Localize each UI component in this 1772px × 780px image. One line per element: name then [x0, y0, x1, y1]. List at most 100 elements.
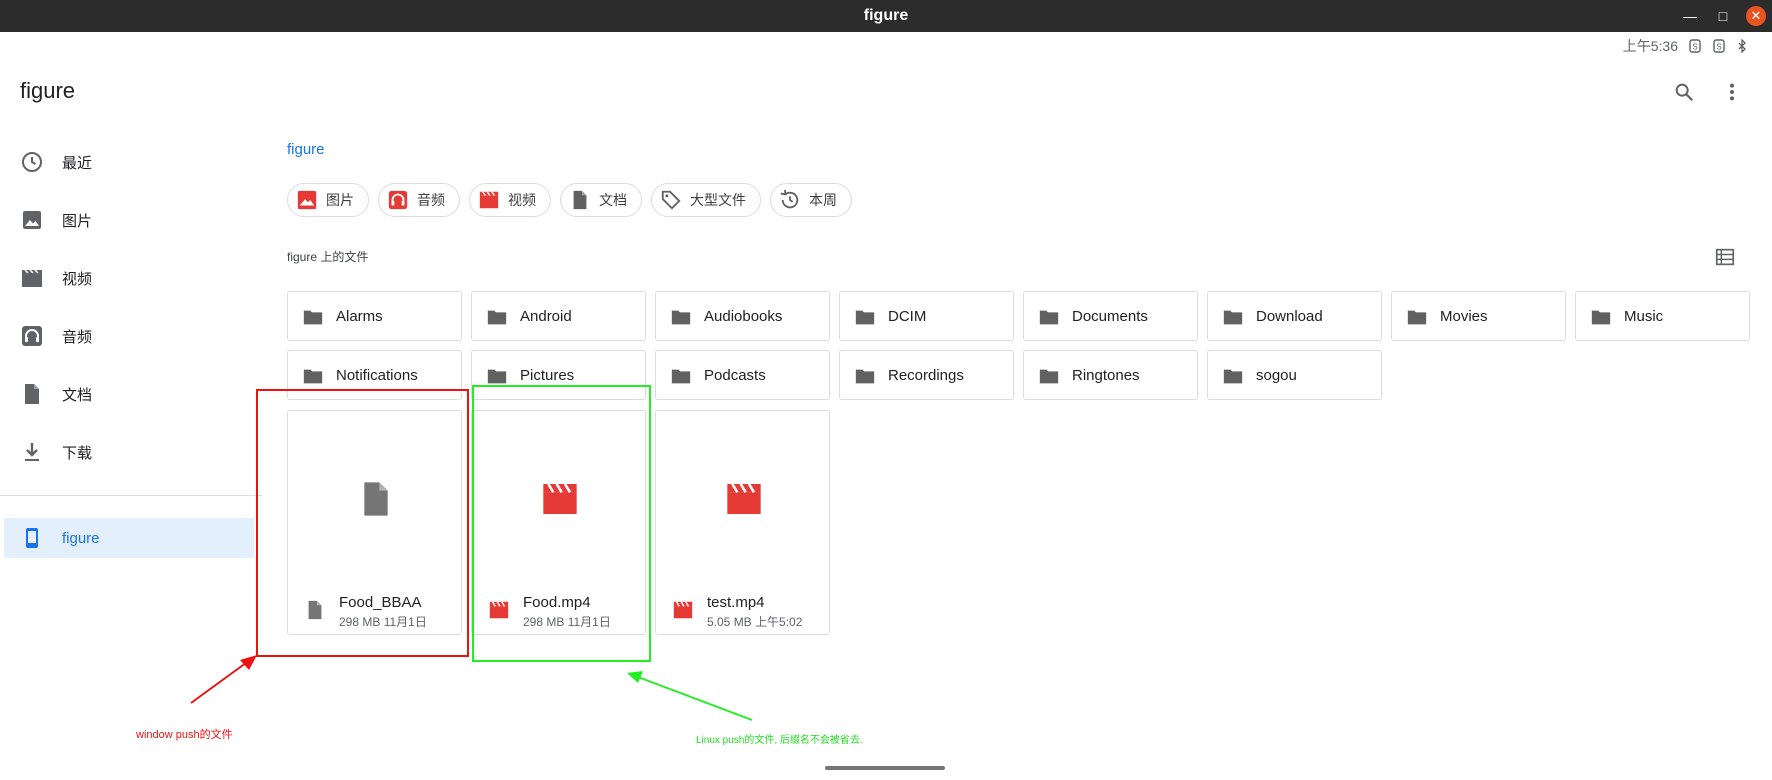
sidebar-item-recent[interactable]: 最近: [0, 142, 254, 182]
sim-icon: S: [1713, 39, 1725, 53]
chip-label: 图片: [326, 192, 354, 208]
chip-audio[interactable]: 音频: [378, 183, 460, 217]
folder-icon: [855, 369, 875, 384]
folder-name: Pictures: [520, 366, 575, 384]
folder-icon: [671, 369, 691, 384]
image-icon: [23, 211, 41, 229]
window-titlebar: figure — □ ✕: [0, 0, 1772, 32]
chip-images[interactable]: 图片: [287, 183, 369, 217]
list-view-icon[interactable]: [1714, 246, 1736, 268]
svg-text:S: S: [1716, 43, 1721, 52]
phone-icon: [26, 528, 38, 548]
sidebar-item-label: 图片: [62, 212, 93, 230]
sidebar-item-label: 下载: [62, 444, 93, 462]
close-button[interactable]: ✕: [1746, 6, 1766, 26]
folder-name: Movies: [1440, 307, 1488, 325]
sim-icon: S: [1689, 39, 1701, 53]
more-vert-icon: [1729, 83, 1735, 101]
sidebar-item-label: figure: [62, 529, 100, 547]
download-icon: [25, 443, 39, 461]
folder-name: Music: [1624, 307, 1664, 325]
folder-item[interactable]: Download: [1207, 291, 1382, 341]
folder-item[interactable]: Documents: [1023, 291, 1198, 341]
video-icon: [479, 191, 499, 209]
gesture-handle[interactable]: [825, 766, 945, 770]
folder-item[interactable]: Recordings: [839, 350, 1014, 400]
folder-name: DCIM: [888, 307, 927, 325]
folder-item[interactable]: Android: [471, 291, 646, 341]
breadcrumb[interactable]: figure: [287, 141, 325, 158]
folder-item[interactable]: Podcasts: [655, 350, 830, 400]
history-icon: [780, 189, 799, 209]
chip-label: 大型文件: [690, 192, 746, 208]
folder-item[interactable]: Alarms: [287, 291, 462, 341]
filter-chips: 图片 音频 视频 文档 大型文件 本周: [287, 183, 852, 217]
status-bar: 上午5:36 S S: [1623, 36, 1748, 56]
chip-label: 视频: [508, 192, 536, 208]
image-icon: [297, 190, 317, 210]
folder-icon: [1039, 310, 1059, 325]
folder-name: Documents: [1072, 307, 1148, 325]
sidebar-item-videos[interactable]: 视频: [0, 258, 254, 298]
more-options-button[interactable]: [1718, 78, 1746, 106]
folder-item[interactable]: Music: [1575, 291, 1750, 341]
folder-item[interactable]: Audiobooks: [655, 291, 830, 341]
folder-name: sogou: [1256, 366, 1297, 384]
sidebar-item-label: 最近: [62, 154, 93, 172]
folder-name: Ringtones: [1072, 366, 1140, 384]
sidebar-divider: [0, 495, 262, 496]
sidebar-item-downloads[interactable]: 下载: [0, 432, 254, 472]
tag-icon: [661, 190, 681, 210]
folder-name: Android: [520, 307, 572, 325]
chip-this-week[interactable]: 本周: [770, 183, 852, 217]
folder-item[interactable]: DCIM: [839, 291, 1014, 341]
folder-item[interactable]: sogou: [1207, 350, 1382, 400]
headphones-icon: [22, 326, 42, 346]
folder-name: Alarms: [336, 307, 383, 325]
chip-large-files[interactable]: 大型文件: [651, 183, 761, 217]
folder-icon: [487, 310, 507, 325]
chip-videos[interactable]: 视频: [469, 183, 551, 217]
annotation-text-red: window push的文件: [136, 729, 233, 741]
bluetooth-icon: [1738, 39, 1746, 53]
folder-icon: [1223, 310, 1243, 325]
folder-icon: [671, 310, 691, 325]
folder-icon: [855, 310, 875, 325]
folder-item[interactable]: Ringtones: [1023, 350, 1198, 400]
annotation-box-red: [256, 389, 469, 657]
folder-icon: [1591, 310, 1611, 325]
video-icon: [673, 601, 693, 619]
chip-label: 本周: [809, 192, 837, 208]
search-button[interactable]: [1670, 78, 1698, 106]
folder-icon: [1039, 369, 1059, 384]
sidebar-item-label: 文档: [62, 386, 93, 404]
video-icon: [22, 269, 42, 287]
clock-icon: [22, 152, 42, 172]
folder-name: Podcasts: [704, 366, 766, 384]
folder-name: Download: [1256, 307, 1323, 325]
folder-icon: [1407, 310, 1427, 325]
file-card[interactable]: test.mp4 5.05 MB 上午5:02: [655, 410, 830, 635]
folder-icon: [303, 310, 323, 325]
folder-name: Audiobooks: [704, 307, 783, 325]
annotation-text-green: Linux push的文件, 后缀名不会被省去.: [696, 735, 863, 746]
sidebar-item-images[interactable]: 图片: [0, 200, 254, 240]
folder-name: Notifications: [336, 366, 418, 384]
window-title: figure: [863, 7, 909, 24]
sidebar-item-documents[interactable]: 文档: [0, 374, 254, 414]
sidebar-item-device-figure[interactable]: figure: [4, 518, 254, 558]
status-time: 上午5:36: [1622, 38, 1678, 54]
maximize-button[interactable]: □: [1713, 6, 1733, 26]
chip-documents[interactable]: 文档: [560, 183, 642, 217]
folder-item[interactable]: Movies: [1391, 291, 1566, 341]
folder-name: Recordings: [888, 366, 964, 384]
chip-label: 音频: [417, 192, 445, 208]
sidebar-item-audio[interactable]: 音频: [0, 316, 254, 356]
arrow-green: [627, 671, 753, 721]
search-icon: [1675, 83, 1694, 102]
sidebar-item-label: 视频: [62, 270, 93, 288]
file-name: test.mp4: [707, 594, 765, 611]
minimize-button[interactable]: —: [1680, 6, 1700, 26]
arrow-red: [190, 655, 257, 704]
folder-icon: [303, 369, 323, 384]
